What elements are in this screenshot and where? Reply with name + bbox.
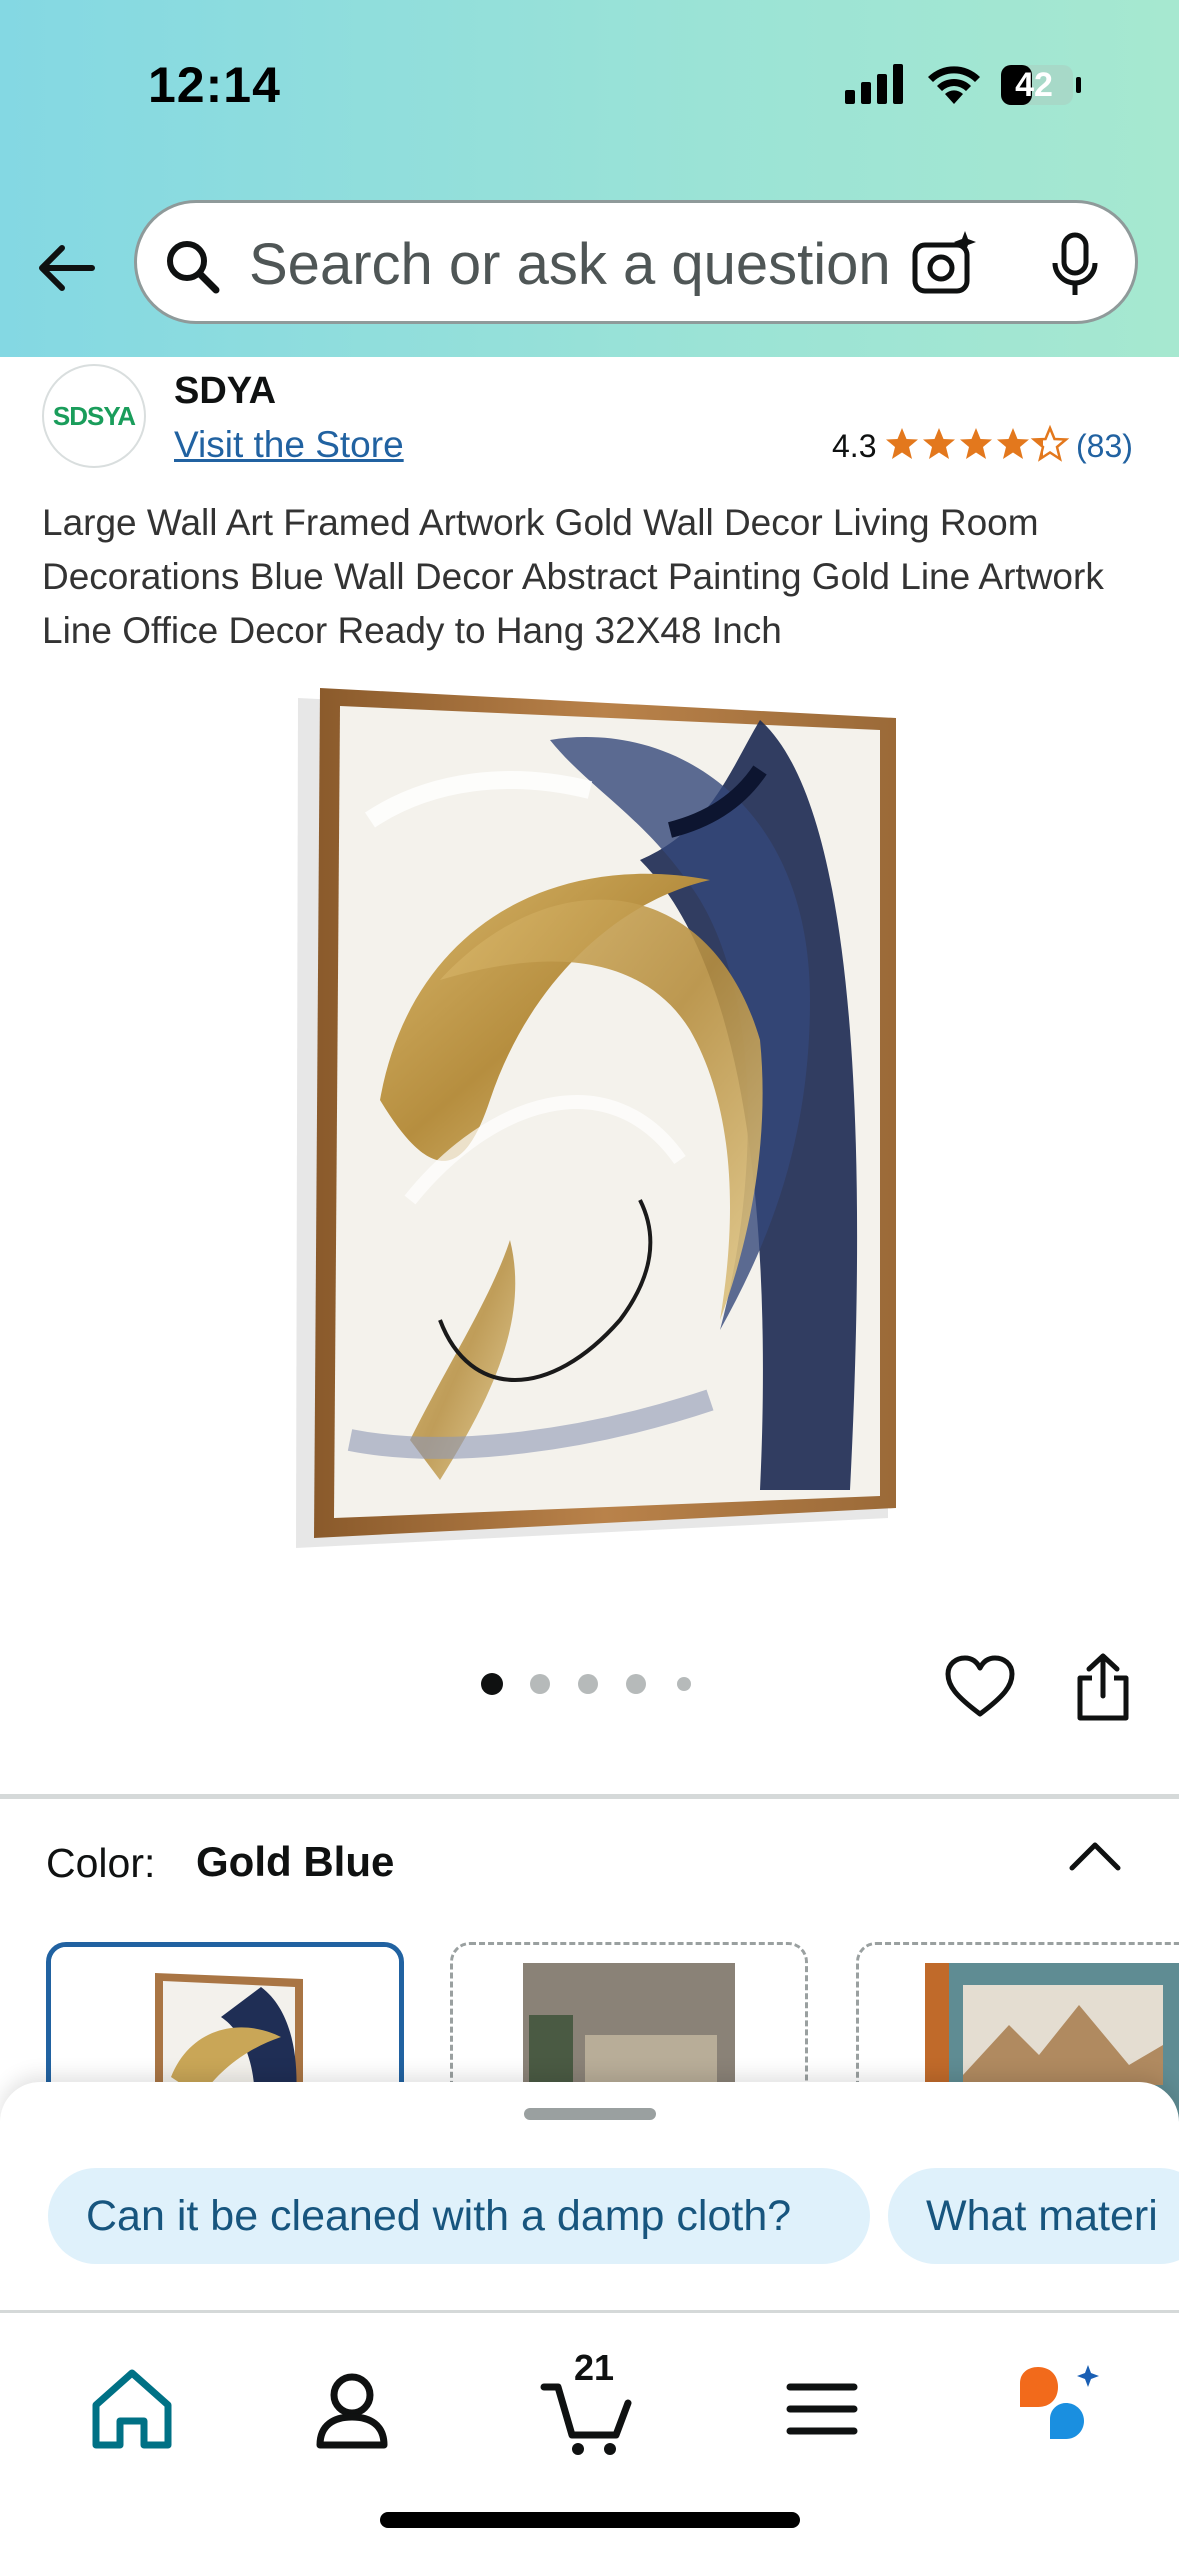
menu-icon[interactable] — [772, 2359, 872, 2459]
rating-count[interactable]: (83) — [1076, 428, 1133, 465]
suggestion-chip[interactable]: What materi — [888, 2168, 1179, 2264]
microphone-icon[interactable] — [1045, 231, 1105, 299]
product-image[interactable] — [290, 680, 910, 1560]
suggestions-sheet: Can it be cleaned with a damp cloth? Wha… — [0, 2082, 1179, 2314]
chevron-up-icon[interactable] — [1066, 1836, 1124, 1876]
section-divider — [0, 1794, 1179, 1799]
app-header: 12:14 42 Search or ask a question — [0, 0, 1179, 357]
share-icon[interactable] — [1070, 1652, 1136, 1724]
heart-icon[interactable] — [944, 1652, 1016, 1724]
product-title: Large Wall Art Framed Artwork Gold Wall … — [42, 502, 1104, 651]
wifi-icon — [928, 66, 980, 104]
cart-count-badge: 21 — [574, 2347, 615, 2388]
home-indicator — [380, 2512, 800, 2528]
status-time: 12:14 — [148, 57, 281, 113]
image-carousel-indicator[interactable] — [480, 1672, 700, 1696]
account-icon[interactable] — [302, 2359, 402, 2459]
cellular-signal-icon — [845, 64, 903, 104]
rufus-assistant-icon[interactable] — [1006, 2359, 1106, 2459]
color-label: Color: — [46, 1840, 156, 1886]
back-arrow-icon[interactable] — [34, 236, 98, 300]
visit-store-link[interactable]: Visit the Store — [174, 424, 404, 466]
home-icon[interactable] — [82, 2359, 182, 2459]
sheet-grabber[interactable] — [524, 2108, 656, 2120]
star-rating-icon[interactable] — [884, 424, 1070, 464]
color-value: Gold Blue — [196, 1838, 395, 1885]
search-icon — [167, 241, 220, 294]
search-bar[interactable]: Search or ask a question — [134, 200, 1138, 324]
camera-lens-icon[interactable] — [909, 229, 979, 299]
search-input[interactable]: Search or ask a question — [249, 231, 969, 299]
suggestion-chip[interactable]: Can it be cleaned with a damp cloth? — [48, 2168, 870, 2264]
store-logo[interactable]: SDSYA — [42, 364, 146, 468]
rating-value: 4.3 — [832, 428, 877, 464]
battery-level: 42 — [1015, 66, 1053, 104]
store-logo-text: SDSYA — [52, 400, 136, 431]
store-name: SDYA — [174, 370, 277, 412]
